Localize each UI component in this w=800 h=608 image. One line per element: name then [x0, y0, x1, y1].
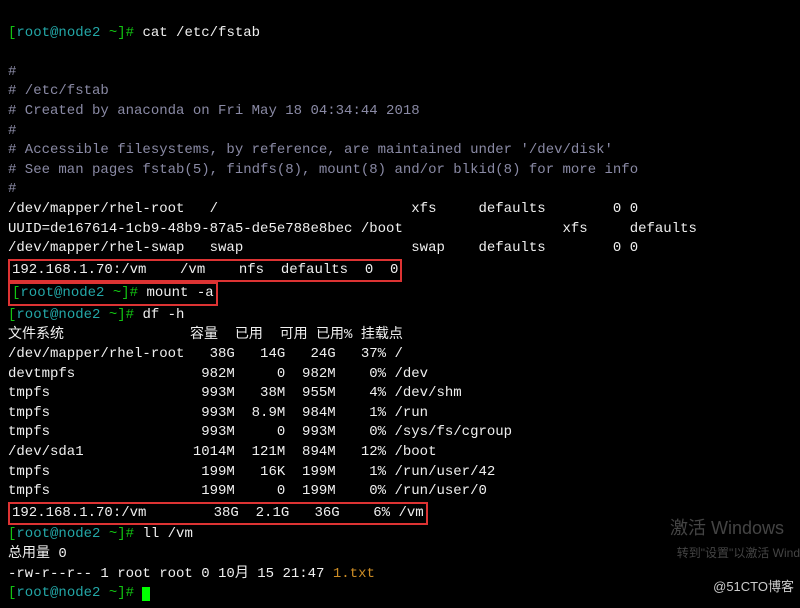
fstab-entry: /dev/mapper/rhel-root / xfs defaults 0 0 — [8, 201, 638, 217]
command-mount[interactable]: mount -a — [146, 285, 213, 301]
windows-watermark-sub: 转到"设置"以激活 Wind — [677, 545, 800, 562]
df-row: devtmpfs 982M 0 982M 0% /dev — [8, 366, 428, 382]
windows-watermark-title: 激活 Windows — [670, 516, 784, 541]
fstab-entry: UUID=de167614-1cb9-48b9-87a5-de5e788e8be… — [8, 221, 697, 237]
ll-file-icon: 1.txt — [333, 566, 375, 582]
df-header: 文件系统 容量 已用 可用 已用% 挂载点 — [8, 327, 403, 343]
fstab-comment: # See man pages fstab(5), findfs(8), mou… — [8, 162, 638, 178]
fstab-comment: # — [8, 64, 16, 80]
df-row: tmpfs 993M 38M 955M 4% /dev/shm — [8, 385, 462, 401]
highlight-mount-cmd: [root@node2 ~]# mount -a — [8, 282, 218, 306]
cursor[interactable] — [142, 587, 150, 601]
command-df[interactable]: df -h — [142, 307, 184, 323]
fstab-comment: # — [8, 123, 16, 139]
df-row: tmpfs 199M 0 199M 0% /run/user/0 — [8, 483, 487, 499]
fstab-comment: # Created by anaconda on Fri May 18 04:3… — [8, 103, 420, 119]
df-row: tmpfs 993M 8.9M 984M 1% /run — [8, 405, 428, 421]
ll-row: -rw-r--r-- 1 root root 0 10月 15 21:47 — [8, 566, 333, 582]
df-row: tmpfs 993M 0 993M 0% /sys/fs/cgroup — [8, 424, 512, 440]
highlight-df-nfs: 192.168.1.70:/vm 38G 2.1G 36G 6% /vm — [8, 502, 428, 526]
df-row: /dev/sda1 1014M 121M 894M 12% /boot — [8, 444, 436, 460]
fstab-comment: # /etc/fstab — [8, 83, 109, 99]
fstab-comment: # Accessible filesystems, by reference, … — [8, 142, 613, 158]
command-cat[interactable]: cat /etc/fstab — [142, 25, 260, 41]
command-ll[interactable]: ll /vm — [142, 526, 192, 542]
ll-total: 总用量 0 — [8, 546, 67, 562]
df-row: /dev/mapper/rhel-root 38G 14G 24G 37% / — [8, 346, 403, 362]
footer-tag: @51CTO博客 — [713, 578, 794, 596]
fstab-comment: # — [8, 181, 16, 197]
df-row: tmpfs 199M 16K 199M 1% /run/user/42 — [8, 464, 495, 480]
fstab-entry: /dev/mapper/rhel-swap swap swap defaults… — [8, 240, 638, 256]
highlight-fstab-nfs: 192.168.1.70:/vm /vm nfs defaults 0 0 — [8, 259, 402, 283]
